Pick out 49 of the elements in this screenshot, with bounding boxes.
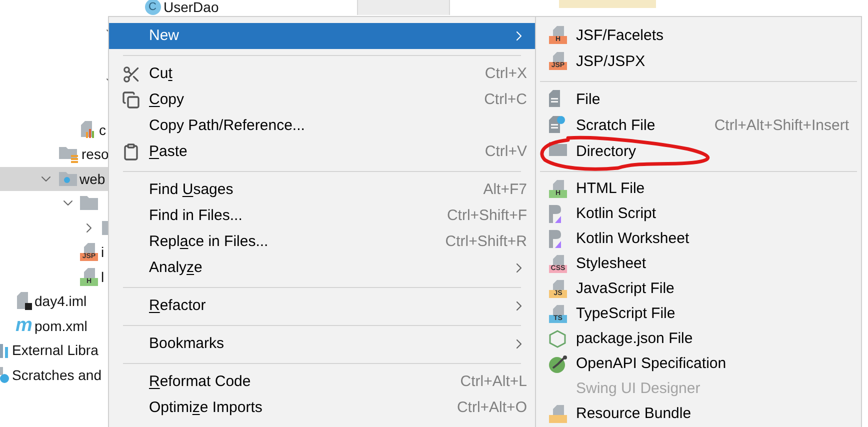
menu-item-label: Stylesheet [576, 254, 646, 274]
menu-item-label: New [149, 26, 180, 46]
shortcut-text: Ctrl+V [484, 142, 527, 162]
menu-item-label: Bookmarks [149, 334, 224, 354]
shortcut-text: Ctrl+Shift+F [446, 206, 527, 226]
menu-item-label: Kotlin Worksheet [576, 229, 690, 250]
menu-item-label: HTML File [576, 179, 645, 200]
tree-item-label: Scratches and [12, 368, 102, 382]
tree-item-label: i [101, 245, 104, 260]
menu-item-label: Copy [149, 90, 184, 110]
shortcut-text: Ctrl+X [484, 64, 527, 84]
menu-item-label: Scratch File [576, 116, 656, 136]
maven-icon: m [16, 316, 32, 335]
shortcut-text: Alt+F7 [483, 180, 527, 200]
shortcut-text: Ctrl+Shift+R [445, 232, 527, 252]
menu-item-label: Kotlin Script [576, 204, 656, 224]
menu-item-label: Find in Files... [149, 206, 242, 226]
tree-item-label: External Libra [12, 343, 98, 358]
menu-item-label: File [576, 90, 600, 110]
menu-item-label: OpenAPI Specification [576, 354, 726, 374]
menu-item-label: Copy Path/Reference... [149, 116, 305, 136]
shortcut-text: Ctrl+Alt+Shift+Insert [714, 116, 849, 136]
shortcut-text: Ctrl+Alt+L [460, 372, 527, 392]
menu-item-label: package.json File [576, 329, 693, 350]
menu-item-label: Replace in Files... [149, 232, 268, 252]
shortcut-text: Ctrl+Alt+O [456, 398, 527, 418]
menu-item-label: JSP/JSPX [576, 52, 646, 72]
tree-item-label: l [101, 270, 104, 284]
menu-item-label: Directory [576, 142, 636, 162]
tree-item-label: web [80, 172, 106, 186]
menu-item-label: Cut [149, 64, 172, 84]
tree-item-label: UserDao [164, 0, 219, 14]
tree-item-label: c [99, 122, 106, 137]
menu-item-label: Find Usages [149, 180, 234, 200]
menu-item-label: Resource Bundle [576, 404, 692, 424]
class-icon: C [144, 0, 160, 16]
shortcut-text: Ctrl+C [484, 90, 527, 110]
menu-item-label: JavaScript File [576, 279, 674, 300]
tree-item-label: day4.iml [34, 294, 87, 308]
menu-item-label: Optimize Imports [149, 398, 262, 418]
tree-item-label: reso [82, 147, 109, 162]
menu-item-label: Refactor [149, 296, 206, 316]
menu-item-label: Swing UI Designer [576, 379, 700, 400]
menu-item-label: Paste [149, 142, 188, 162]
menu-item-label: Analyze [149, 258, 202, 278]
tree-item-label: pom.xml [34, 318, 88, 333]
menu-item-label: Reformat Code [149, 372, 251, 392]
menu-item-label: TypeScript File [576, 304, 676, 324]
menu-item-label: JSF/Facelets [576, 26, 664, 46]
